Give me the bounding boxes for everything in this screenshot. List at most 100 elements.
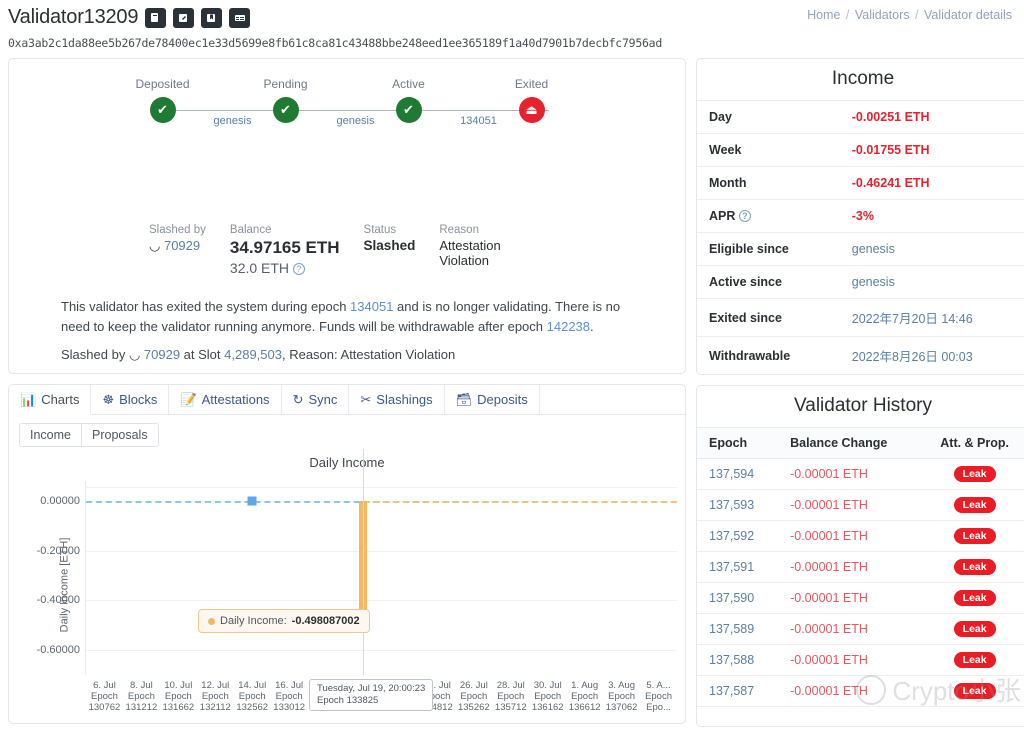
income-row: Eligible sincegenesis (697, 233, 1024, 266)
chart-y-tick: -0.20000 (37, 545, 80, 557)
subtab-proposals[interactable]: Proposals (82, 423, 159, 447)
breadcrumb-home[interactable]: Home (807, 8, 840, 22)
income-row-key: Day (697, 101, 840, 134)
validator-public-key[interactable]: 0xa3ab2c1da88ee5b267de78400ec1e33d5699e8… (8, 36, 1012, 50)
chart-subtabs: IncomeProposals (9, 415, 685, 447)
chart-value-tooltip: Daily Income: -0.498087002 (198, 609, 370, 633)
income-row-value: 2022年7月20日 14:46 (840, 299, 1024, 337)
main-tabbar: 📊Charts☸Blocks 📝 Attestations ↻Sync✂Slashin… (9, 385, 685, 415)
exit-note-part1: This validator has exited the system dur… (61, 299, 350, 314)
slashed-by-validator-link[interactable]: 70929 (164, 238, 200, 253)
chart-plot-area[interactable]: 0.00000-0.20000-0.40000-0.600006. JulEpo… (85, 481, 677, 675)
history-epoch-link[interactable]: 137,590 (697, 583, 778, 614)
slash-slot-link[interactable]: 4,289,503 (224, 347, 282, 362)
income-row-value: genesis (840, 233, 1024, 266)
chart-x-tick-date: 12. Jul (200, 680, 231, 691)
chart-y-tick: -0.40000 (37, 594, 80, 606)
chart-x-tick-date: 16. Jul (273, 680, 305, 691)
fact-balance: Balance 34.97165 ETH 32.0 ETH ? (230, 224, 340, 276)
slasher-validator-link[interactable]: 70929 (144, 347, 180, 362)
status-badge: Leak (954, 590, 996, 606)
status-badge: Leak (954, 652, 996, 668)
timeline-step-label: Active (392, 77, 425, 91)
edit-icon[interactable] (173, 8, 194, 28)
chart-x-tick-epoch: 133012 (273, 702, 305, 713)
chart-axis-tooltip-epoch: Epoch 133825 (317, 695, 425, 707)
chart-x-tick-epoch-label: Epoch (200, 691, 231, 702)
validator-facts: Slashed by ◡ 70929 Balance 34.97165 ETH … (149, 224, 555, 276)
copy-icon[interactable] (145, 8, 166, 28)
status-badge: Leak (954, 497, 996, 513)
history-att-prop: Leak (920, 521, 1024, 552)
reason-value: Attestation Violation (439, 238, 531, 268)
income-row-key: Month (697, 167, 840, 200)
timeline-step-label: Deposited (135, 77, 189, 91)
history-epoch-link[interactable]: 137,593 (697, 490, 778, 521)
income-row-key: Exited since (697, 299, 840, 337)
help-icon[interactable]: ? (739, 210, 751, 222)
withdrawable-epoch-link[interactable]: 142238 (547, 319, 590, 334)
timeline-step-label: Exited (515, 77, 548, 91)
chart-x-tick: 3. AugEpoch137062 (606, 680, 638, 714)
tab-deposits[interactable]: 🗃Deposits (445, 385, 540, 414)
timeline-exit-icon: ⏏ (519, 97, 545, 123)
table-row: 137,594-0.00001 ETHLeak (697, 459, 1024, 490)
chart-x-tick-date: 3. Aug (606, 680, 638, 691)
breadcrumb-validators[interactable]: Validators (855, 8, 910, 22)
history-epoch-link[interactable]: 137,592 (697, 521, 778, 552)
breadcrumb-current: Validator details (924, 8, 1012, 22)
status-badge: Leak (954, 559, 996, 575)
table-row: 137,590-0.00001 ETHLeak (697, 583, 1024, 614)
history-epoch-link[interactable]: 137,591 (697, 552, 778, 583)
chart-y-tick: -0.60000 (37, 644, 80, 656)
income-row-key: APR ? (697, 200, 840, 233)
chart-x-tick-epoch-label: Epoch (126, 691, 158, 702)
chart-x-tick-epoch-label: Epoch (495, 691, 527, 702)
income-row-key: Withdrawable (697, 337, 840, 375)
tab-attestations[interactable]: 📝 Attestations (169, 385, 281, 414)
income-row: Exited since2022年7月20日 14:46 (697, 299, 1024, 337)
main-columns: Deposited✔genesisPending✔genesisActive✔1… (0, 58, 1024, 727)
slash-note-prefix: Slashed by (61, 347, 129, 362)
history-balance-change: -0.00001 ETH (778, 676, 920, 707)
chart-x-tick-epoch: 135262 (458, 702, 490, 713)
income-row: Day-0.00251 ETH (697, 101, 1024, 134)
history-att-prop: Leak (920, 552, 1024, 583)
status-badge: Leak (954, 683, 996, 699)
chart-x-tick-date: 8. Jul (126, 680, 158, 691)
tab-blocks[interactable]: ☸Blocks (91, 385, 169, 414)
subtab-income[interactable]: Income (19, 423, 82, 447)
chart-gridline (86, 551, 677, 552)
table-icon[interactable] (229, 8, 250, 28)
history-epoch-link[interactable]: 137,594 (697, 459, 778, 490)
tab-sync[interactable]: ↻Sync (282, 385, 350, 414)
chart-x-tick-date: 6. Jul (89, 680, 121, 691)
help-icon[interactable]: ? (293, 263, 305, 275)
income-row: Week-0.01755 ETH (697, 134, 1024, 167)
history-epoch-link[interactable]: 137,587 (697, 676, 778, 707)
chart-x-tick-epoch: 137062 (606, 702, 638, 713)
chart-x-tick-epoch: 132112 (200, 702, 231, 713)
chart-gridline (86, 600, 677, 601)
status-badge: Leak (954, 528, 996, 544)
chart-x-tick-epoch-label: Epoch (569, 691, 601, 702)
slashings-icon: ✂ (360, 392, 371, 408)
history-epoch-link[interactable]: 137,588 (697, 645, 778, 676)
history-balance-change: -0.00001 ETH (778, 490, 920, 521)
exit-epoch-link[interactable]: 134051 (350, 299, 393, 314)
tab-label: Attestations (202, 392, 270, 407)
history-epoch-link[interactable]: 137,589 (697, 614, 778, 645)
fact-status: Status Slashed (364, 224, 416, 276)
chart-x-tick: 10. JulEpoch131662 (162, 680, 194, 714)
chart-x-tick-date: 5. A... (645, 680, 672, 691)
left-column: Deposited✔genesisPending✔genesisActive✔1… (8, 58, 686, 724)
tooltip-value: -0.498087002 (292, 615, 360, 627)
history-column-header: Balance Change (778, 428, 920, 459)
chart-x-tick: 14. JulEpoch132562 (236, 680, 268, 714)
tab-slashings[interactable]: ✂Slashings (349, 385, 444, 414)
tab-charts[interactable]: 📊Charts (9, 385, 91, 415)
attestations-icon: 📝 (180, 392, 196, 408)
daily-income-chart: Daily Income Daily Income [ETH] 0.00000-… (9, 449, 685, 721)
sync-icon: ↻ (293, 392, 304, 408)
bookmark-icon[interactable] (201, 8, 222, 28)
